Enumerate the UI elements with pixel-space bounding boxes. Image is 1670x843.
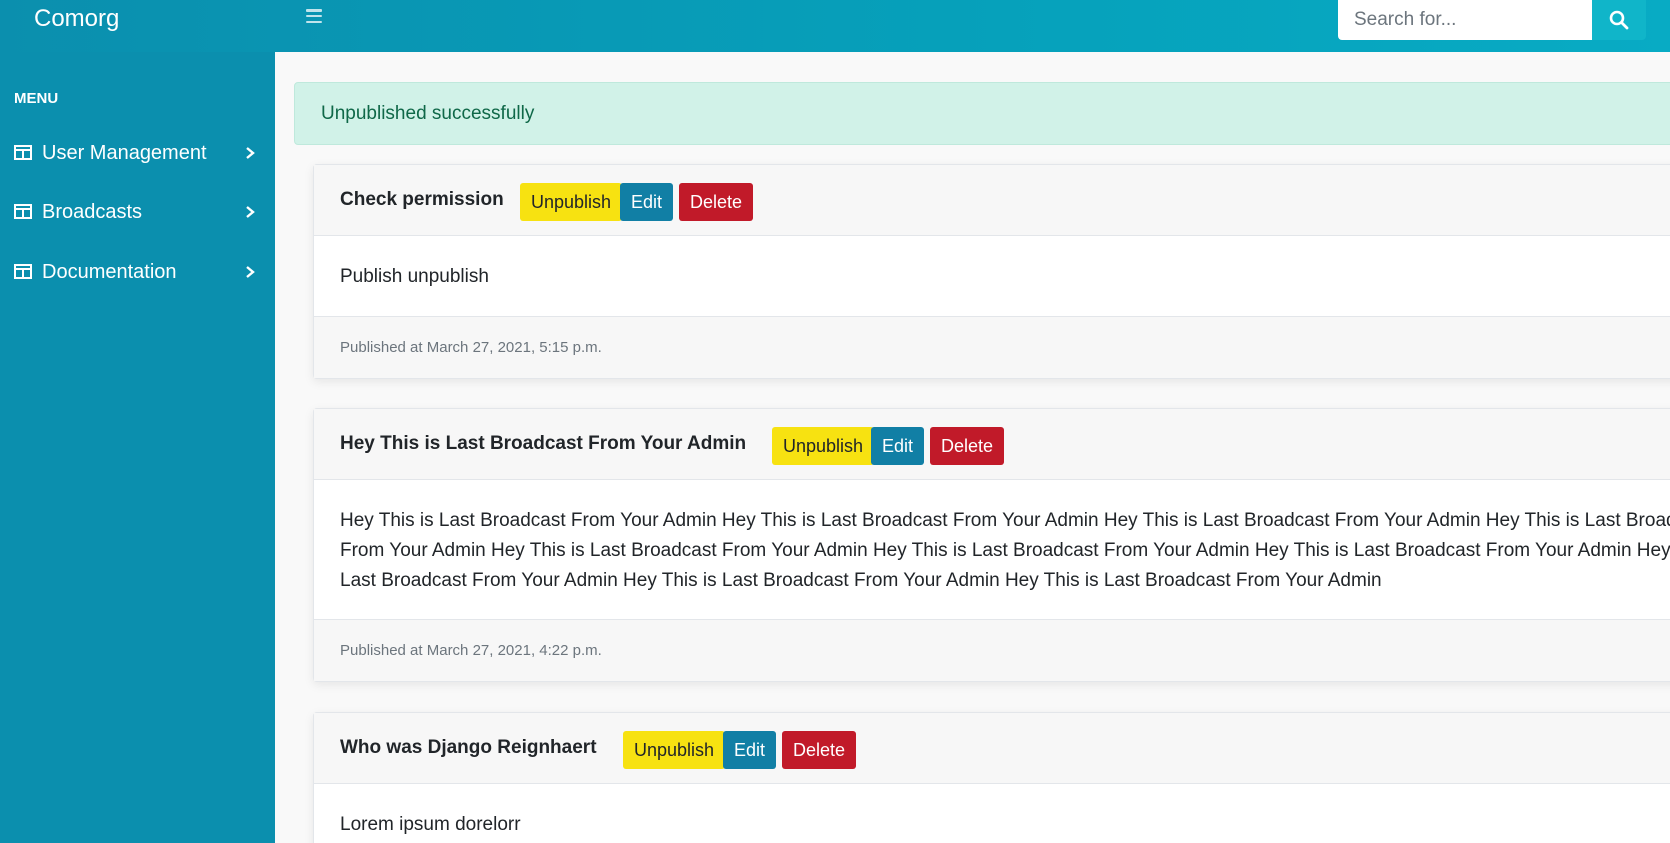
search-button[interactable] bbox=[1592, 0, 1646, 40]
card-footer: Published at March 27, 2021, 4:22 p.m. bbox=[314, 620, 1670, 681]
table-icon bbox=[14, 145, 32, 160]
unpublish-button[interactable]: Unpublish bbox=[623, 731, 726, 769]
broadcast-card: Who was Django Reignhaert Unpublish Edit… bbox=[313, 712, 1670, 843]
sidebar: MENU User Management Broadcasts Document… bbox=[0, 52, 275, 843]
card-title: Who was Django Reignhaert bbox=[340, 737, 597, 758]
brand-logo[interactable]: Comorg bbox=[34, 5, 119, 33]
edit-button[interactable]: Edit bbox=[871, 427, 925, 465]
card-title: Check permission bbox=[340, 189, 504, 210]
chevron-right-icon bbox=[246, 147, 255, 159]
card-body-text: Hey This is Last Broadcast From Your Adm… bbox=[340, 510, 1670, 591]
sidebar-heading: MENU bbox=[14, 90, 59, 107]
search-icon bbox=[1609, 10, 1629, 30]
search-input[interactable] bbox=[1338, 0, 1592, 40]
unpublish-button[interactable]: Unpublish bbox=[772, 427, 875, 465]
chevron-right-icon bbox=[246, 266, 255, 278]
sidebar-item-label: Broadcasts bbox=[42, 200, 143, 223]
edit-button[interactable]: Edit bbox=[723, 731, 777, 769]
hamburger-icon[interactable] bbox=[306, 8, 322, 24]
sidebar-item-user-management[interactable]: User Management bbox=[0, 133, 275, 173]
card-body: Hey This is Last Broadcast From Your Adm… bbox=[314, 480, 1670, 620]
published-date: Published at March 27, 2021, 5:15 p.m. bbox=[340, 339, 602, 356]
card-body: Lorem ipsum dorelorr bbox=[340, 814, 521, 835]
card-footer: Published at March 27, 2021, 5:15 p.m. bbox=[314, 317, 1670, 378]
edit-button[interactable]: Edit bbox=[620, 183, 674, 221]
card-header: Check permission Unpublish Edit Delete bbox=[314, 165, 1670, 236]
delete-button[interactable]: Delete bbox=[679, 183, 754, 221]
table-icon bbox=[14, 204, 32, 219]
broadcast-card: Check permission Unpublish Edit Delete P… bbox=[313, 164, 1670, 379]
sidebar-item-label: User Management bbox=[42, 141, 207, 164]
table-icon bbox=[14, 264, 32, 279]
delete-button[interactable]: Delete bbox=[782, 731, 857, 769]
sidebar-item-label: Documentation bbox=[42, 260, 177, 283]
unpublish-button[interactable]: Unpublish bbox=[520, 183, 623, 221]
card-header: Hey This is Last Broadcast From Your Adm… bbox=[314, 409, 1670, 480]
sidebar-item-broadcasts[interactable]: Broadcasts bbox=[0, 192, 275, 232]
card-body: Publish unpublish bbox=[314, 236, 1670, 317]
top-navbar: Comorg bbox=[0, 0, 1670, 52]
broadcast-card: Hey This is Last Broadcast From Your Adm… bbox=[313, 408, 1670, 682]
chevron-right-icon bbox=[246, 206, 255, 218]
success-alert: Unpublished successfully bbox=[294, 82, 1670, 145]
main-content: Unpublished successfully Check permissio… bbox=[275, 52, 1670, 843]
sidebar-item-documentation[interactable]: Documentation bbox=[0, 252, 275, 292]
card-header: Who was Django Reignhaert Unpublish Edit… bbox=[314, 713, 1670, 784]
delete-button[interactable]: Delete bbox=[930, 427, 1005, 465]
published-date: Published at March 27, 2021, 4:22 p.m. bbox=[340, 642, 602, 659]
card-title: Hey This is Last Broadcast From Your Adm… bbox=[340, 433, 747, 454]
